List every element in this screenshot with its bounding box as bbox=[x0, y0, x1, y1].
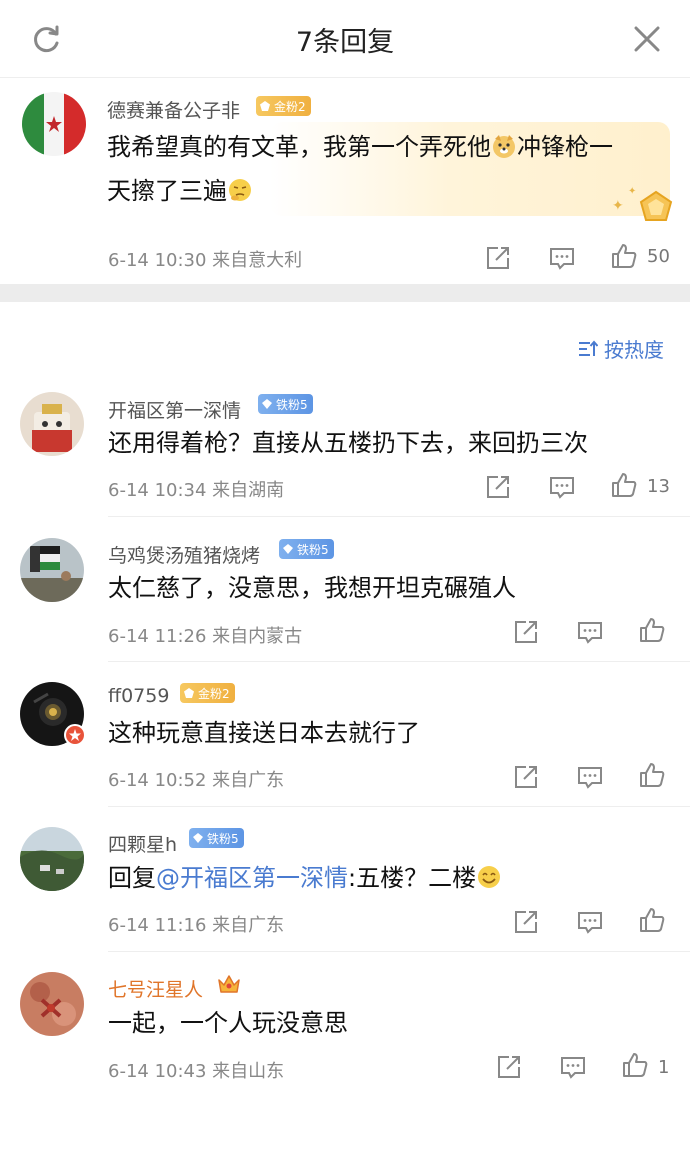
page-title: 7条回复 bbox=[295, 27, 395, 58]
thumbs-up-icon[interactable] bbox=[610, 471, 638, 499]
like-count: 1 bbox=[658, 1057, 670, 1078]
doge-emoji-icon bbox=[493, 135, 515, 158]
smile-emoji-icon bbox=[478, 866, 501, 888]
divider bbox=[108, 516, 690, 517]
comment-meta: 6-14 11:16 来自广东 bbox=[108, 915, 285, 936]
comment-icon[interactable] bbox=[548, 473, 576, 501]
share-icon[interactable] bbox=[512, 908, 540, 936]
username[interactable]: 德赛兼备公子非 bbox=[107, 96, 240, 123]
thumbs-up-icon[interactable] bbox=[638, 761, 666, 789]
badge-gem-icon bbox=[184, 688, 194, 698]
mention-link[interactable]: @开福区第一深情 bbox=[156, 864, 348, 892]
username[interactable]: ff0759 bbox=[108, 685, 169, 707]
share-icon[interactable] bbox=[495, 1053, 523, 1081]
avatar[interactable] bbox=[20, 972, 84, 1036]
username[interactable]: 乌鸡煲汤殖猪烧烤 bbox=[108, 541, 260, 568]
divider bbox=[108, 951, 690, 952]
username[interactable]: 开福区第一深情 bbox=[108, 396, 241, 423]
comment-meta: 6-14 10:52 来自广东 bbox=[108, 770, 285, 791]
comment-text: 还用得着枪？直接从五楼扔下去，来回扔三次 bbox=[108, 429, 588, 457]
comment-meta: 6-14 10:43 来自山东 bbox=[108, 1061, 285, 1082]
username[interactable]: 四颗星h bbox=[108, 830, 177, 857]
fan-badge: 金粉2 bbox=[180, 683, 235, 703]
comment-icon[interactable] bbox=[576, 763, 604, 791]
comment-icon[interactable] bbox=[548, 244, 576, 272]
comment-text: 天擦了三遍 bbox=[107, 174, 253, 208]
comment-icon[interactable] bbox=[559, 1053, 587, 1081]
avatar[interactable] bbox=[20, 538, 84, 602]
comment-meta: 6-14 10:34 来自湖南 bbox=[108, 480, 285, 501]
sort-button[interactable]: 按热度 bbox=[578, 334, 664, 363]
comment-icon[interactable] bbox=[576, 618, 604, 646]
avatar[interactable] bbox=[20, 827, 84, 891]
verified-icon bbox=[64, 724, 86, 746]
section-divider bbox=[0, 284, 690, 302]
sort-icon bbox=[579, 339, 598, 356]
comment-text: 一起，一个人玩没意思 bbox=[108, 1009, 348, 1037]
badge-diamond-icon bbox=[283, 544, 293, 554]
badge-gem-icon bbox=[260, 101, 270, 111]
username[interactable]: 七号汪星人 bbox=[108, 975, 203, 1002]
share-icon[interactable] bbox=[484, 473, 512, 501]
avatar[interactable] bbox=[22, 92, 86, 156]
sparkle-icon: ✦ bbox=[628, 186, 637, 197]
divider bbox=[108, 661, 690, 662]
header: 7条回复 bbox=[0, 0, 690, 78]
comment-text: 太仁慈了，没意思，我想开坦克碾殖人 bbox=[108, 574, 516, 602]
share-icon[interactable] bbox=[512, 763, 540, 791]
comment-text: 这种玩意直接送日本去就行了 bbox=[108, 719, 420, 747]
badge-diamond-icon bbox=[193, 833, 203, 843]
thumbs-up-icon[interactable] bbox=[621, 1051, 649, 1079]
avatar[interactable] bbox=[20, 392, 84, 456]
thumbs-up-icon[interactable] bbox=[610, 242, 638, 270]
comment-text: 我希望真的有文革，我第一个弄死他 冲锋枪一 bbox=[107, 133, 613, 161]
thumbs-up-icon[interactable] bbox=[638, 906, 666, 934]
share-icon[interactable] bbox=[484, 244, 512, 272]
fan-badge: 铁粉5 bbox=[258, 394, 313, 414]
comment-icon[interactable] bbox=[576, 908, 604, 936]
fan-badge: 金粉2 bbox=[256, 96, 311, 116]
badge-diamond-icon bbox=[262, 399, 272, 409]
fan-badge: 铁粉5 bbox=[279, 539, 334, 559]
crown-icon bbox=[218, 975, 240, 993]
like-count: 13 bbox=[647, 476, 670, 497]
share-icon[interactable] bbox=[512, 618, 540, 646]
gold-badge-icon bbox=[639, 190, 673, 221]
divider bbox=[108, 806, 690, 807]
close-icon[interactable] bbox=[632, 24, 662, 54]
thumbs-up-icon[interactable] bbox=[638, 616, 666, 644]
like-count: 50 bbox=[647, 246, 670, 267]
sparkle-icon: ✦ bbox=[612, 198, 624, 214]
comment-text: 回复@开福区第一深情:五楼？二楼 bbox=[108, 861, 502, 895]
comment-meta: 6-14 11:26 来自内蒙古 bbox=[108, 626, 303, 647]
comment-meta: 6-14 10:30 来自意大利 bbox=[108, 250, 303, 271]
thinking-emoji-icon bbox=[229, 179, 251, 201]
fan-badge: 铁粉5 bbox=[189, 828, 244, 848]
